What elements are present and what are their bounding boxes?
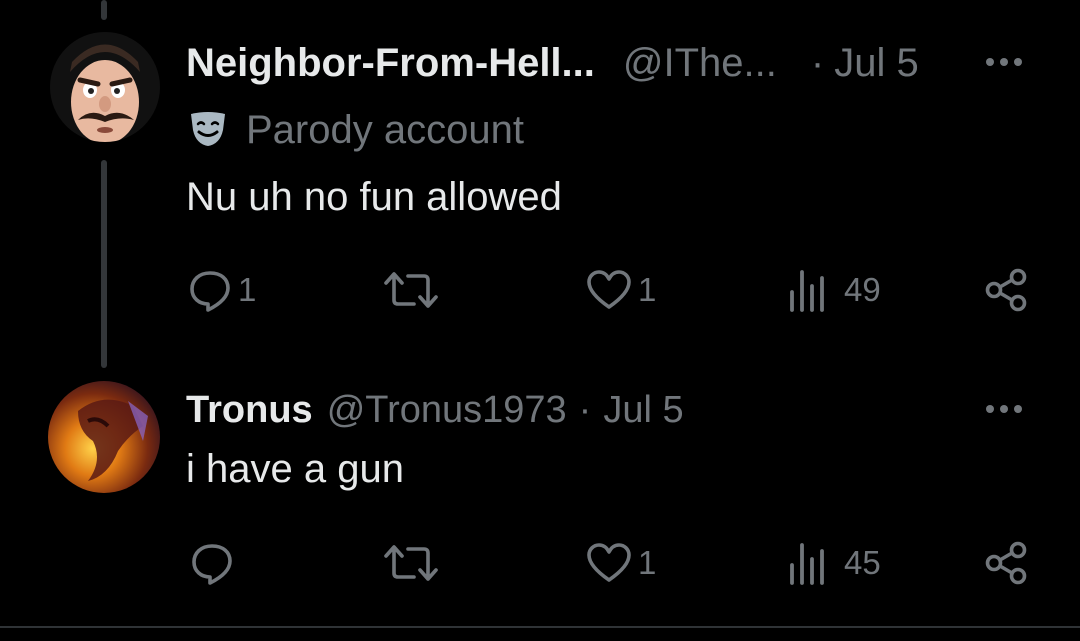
parody-badge: Parody account: [188, 106, 524, 154]
views-button[interactable]: 49: [788, 268, 881, 312]
reply-button[interactable]: 1: [188, 268, 256, 312]
dot-icon: [1014, 58, 1022, 66]
display-name[interactable]: Neighbor-From-Hell...: [186, 41, 595, 86]
separator-dot: ·: [578, 388, 592, 431]
like-count: 1: [638, 271, 657, 308]
views-count: 45: [844, 544, 881, 581]
dot-icon: [986, 58, 994, 66]
reply-count: 1: [238, 271, 257, 308]
heart-icon: [586, 543, 632, 583]
handle[interactable]: @Tronus1973: [327, 389, 567, 432]
dot-icon: [1014, 405, 1022, 413]
dot-icon: [1000, 58, 1008, 66]
share-icon: [984, 541, 1028, 585]
more-options-button[interactable]: [986, 58, 1022, 66]
share-icon: [984, 268, 1028, 312]
like-button[interactable]: 1: [586, 543, 656, 583]
divider: [0, 626, 1080, 628]
separator-dot: ·: [810, 40, 825, 85]
badge-label: Parody account: [246, 107, 524, 152]
retweet-icon: [384, 543, 438, 583]
display-name[interactable]: Tronus: [186, 389, 313, 432]
tweet-text: i have a gun: [186, 447, 404, 491]
views-button[interactable]: 45: [788, 541, 881, 585]
views-count: 49: [844, 271, 881, 308]
avatar-neighbor[interactable]: [50, 32, 160, 142]
retweet-button[interactable]: [384, 270, 438, 310]
retweet-button[interactable]: [384, 543, 438, 583]
like-button[interactable]: 1: [586, 270, 656, 310]
avatar-tronus[interactable]: [48, 381, 160, 493]
thread-line: [101, 160, 107, 368]
tweet-header: Neighbor-From-Hell... @IThe... · Jul 5: [186, 38, 919, 88]
tweet-header: Tronus @Tronus1973 · Jul 5: [186, 386, 684, 434]
views-bar-chart-icon: [788, 541, 828, 585]
timestamp[interactable]: Jul 5: [603, 389, 683, 432]
share-button[interactable]: [984, 268, 1028, 312]
thread-line-top: [101, 0, 107, 20]
timestamp[interactable]: Jul 5: [834, 41, 919, 86]
reply-button[interactable]: [190, 541, 234, 585]
reply-icon: [188, 268, 232, 312]
reply-icon: [190, 541, 234, 585]
dot-icon: [1000, 405, 1008, 413]
like-count: 1: [638, 544, 657, 581]
views-bar-chart-icon: [788, 268, 828, 312]
share-button[interactable]: [984, 541, 1028, 585]
more-options-button[interactable]: [986, 405, 1022, 413]
theater-mask-icon: [188, 108, 228, 153]
dot-icon: [986, 405, 994, 413]
tweet-text: Nu uh no fun allowed: [186, 175, 562, 219]
retweet-icon: [384, 270, 438, 310]
heart-icon: [586, 270, 632, 310]
handle[interactable]: @IThe...: [623, 41, 777, 86]
